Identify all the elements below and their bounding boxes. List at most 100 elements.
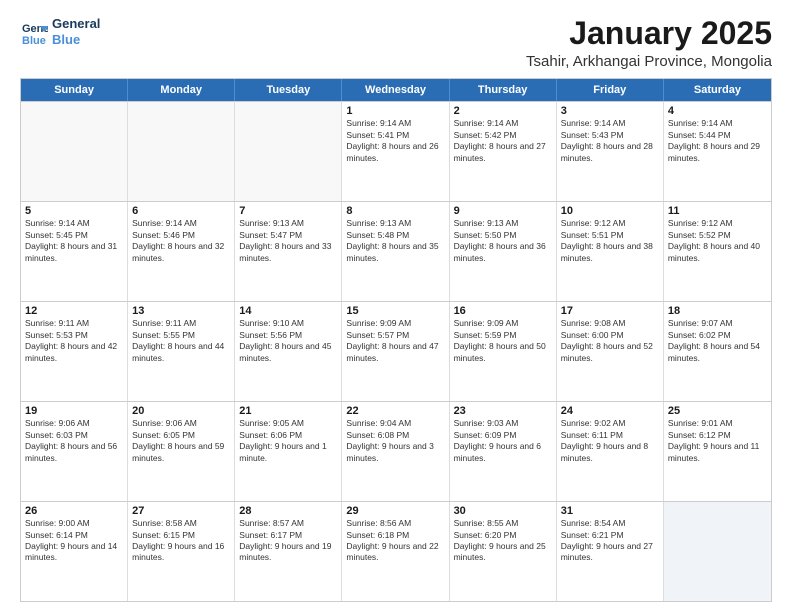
cell-content: Sunrise: 9:14 AM Sunset: 5:41 PM Dayligh… — [346, 118, 444, 164]
cal-cell: 20Sunrise: 9:06 AM Sunset: 6:05 PM Dayli… — [128, 402, 235, 501]
week-row-4: 19Sunrise: 9:06 AM Sunset: 6:03 PM Dayli… — [21, 401, 771, 501]
cal-cell: 9Sunrise: 9:13 AM Sunset: 5:50 PM Daylig… — [450, 202, 557, 301]
day-number: 22 — [346, 405, 444, 417]
cell-content: Sunrise: 8:58 AM Sunset: 6:15 PM Dayligh… — [132, 518, 230, 564]
day-number: 16 — [454, 305, 552, 317]
day-number: 11 — [668, 205, 767, 217]
logo: General Blue General Blue — [20, 16, 100, 47]
day-number: 25 — [668, 405, 767, 417]
cal-cell: 7Sunrise: 9:13 AM Sunset: 5:47 PM Daylig… — [235, 202, 342, 301]
cell-content: Sunrise: 9:12 AM Sunset: 5:52 PM Dayligh… — [668, 218, 767, 264]
cell-content: Sunrise: 9:10 AM Sunset: 5:56 PM Dayligh… — [239, 318, 337, 364]
day-number: 7 — [239, 205, 337, 217]
cal-cell: 2Sunrise: 9:14 AM Sunset: 5:42 PM Daylig… — [450, 102, 557, 201]
page-subtitle: Tsahir, Arkhangai Province, Mongolia — [526, 53, 772, 70]
cal-cell: 26Sunrise: 9:00 AM Sunset: 6:14 PM Dayli… — [21, 502, 128, 601]
cal-cell: 29Sunrise: 8:56 AM Sunset: 6:18 PM Dayli… — [342, 502, 449, 601]
cal-cell: 31Sunrise: 8:54 AM Sunset: 6:21 PM Dayli… — [557, 502, 664, 601]
day-header-thursday: Thursday — [450, 79, 557, 101]
cal-cell: 21Sunrise: 9:05 AM Sunset: 6:06 PM Dayli… — [235, 402, 342, 501]
day-header-monday: Monday — [128, 79, 235, 101]
logo-icon: General Blue — [20, 18, 48, 46]
cal-cell: 18Sunrise: 9:07 AM Sunset: 6:02 PM Dayli… — [664, 302, 771, 401]
cell-content: Sunrise: 9:14 AM Sunset: 5:44 PM Dayligh… — [668, 118, 767, 164]
cal-cell: 6Sunrise: 9:14 AM Sunset: 5:46 PM Daylig… — [128, 202, 235, 301]
day-number: 27 — [132, 505, 230, 517]
cal-cell: 28Sunrise: 8:57 AM Sunset: 6:17 PM Dayli… — [235, 502, 342, 601]
cal-cell — [664, 502, 771, 601]
day-number: 8 — [346, 205, 444, 217]
day-header-saturday: Saturday — [664, 79, 771, 101]
day-header-tuesday: Tuesday — [235, 79, 342, 101]
day-number: 3 — [561, 105, 659, 117]
cell-content: Sunrise: 9:14 AM Sunset: 5:42 PM Dayligh… — [454, 118, 552, 164]
day-number: 30 — [454, 505, 552, 517]
cal-cell: 10Sunrise: 9:12 AM Sunset: 5:51 PM Dayli… — [557, 202, 664, 301]
cell-content: Sunrise: 9:07 AM Sunset: 6:02 PM Dayligh… — [668, 318, 767, 364]
cell-content: Sunrise: 9:14 AM Sunset: 5:46 PM Dayligh… — [132, 218, 230, 264]
week-row-5: 26Sunrise: 9:00 AM Sunset: 6:14 PM Dayli… — [21, 501, 771, 601]
cell-content: Sunrise: 9:14 AM Sunset: 5:45 PM Dayligh… — [25, 218, 123, 264]
day-header-sunday: Sunday — [21, 79, 128, 101]
cell-content: Sunrise: 8:56 AM Sunset: 6:18 PM Dayligh… — [346, 518, 444, 564]
day-number: 4 — [668, 105, 767, 117]
cal-cell: 11Sunrise: 9:12 AM Sunset: 5:52 PM Dayli… — [664, 202, 771, 301]
cal-cell: 3Sunrise: 9:14 AM Sunset: 5:43 PM Daylig… — [557, 102, 664, 201]
day-number: 17 — [561, 305, 659, 317]
calendar-body: 1Sunrise: 9:14 AM Sunset: 5:41 PM Daylig… — [21, 101, 771, 601]
cell-content: Sunrise: 9:03 AM Sunset: 6:09 PM Dayligh… — [454, 418, 552, 464]
day-number: 15 — [346, 305, 444, 317]
day-number: 23 — [454, 405, 552, 417]
cell-content: Sunrise: 9:00 AM Sunset: 6:14 PM Dayligh… — [25, 518, 123, 564]
cal-cell: 5Sunrise: 9:14 AM Sunset: 5:45 PM Daylig… — [21, 202, 128, 301]
cell-content: Sunrise: 9:11 AM Sunset: 5:53 PM Dayligh… — [25, 318, 123, 364]
week-row-2: 5Sunrise: 9:14 AM Sunset: 5:45 PM Daylig… — [21, 201, 771, 301]
day-number: 10 — [561, 205, 659, 217]
cal-cell: 23Sunrise: 9:03 AM Sunset: 6:09 PM Dayli… — [450, 402, 557, 501]
day-number: 2 — [454, 105, 552, 117]
cal-cell: 25Sunrise: 9:01 AM Sunset: 6:12 PM Dayli… — [664, 402, 771, 501]
title-block: January 2025 Tsahir, Arkhangai Province,… — [526, 16, 772, 70]
day-number: 1 — [346, 105, 444, 117]
page-title: January 2025 — [526, 16, 772, 51]
cal-cell: 17Sunrise: 9:08 AM Sunset: 6:00 PM Dayli… — [557, 302, 664, 401]
cell-content: Sunrise: 9:02 AM Sunset: 6:11 PM Dayligh… — [561, 418, 659, 464]
cell-content: Sunrise: 9:13 AM Sunset: 5:50 PM Dayligh… — [454, 218, 552, 264]
cal-cell: 22Sunrise: 9:04 AM Sunset: 6:08 PM Dayli… — [342, 402, 449, 501]
day-number: 28 — [239, 505, 337, 517]
day-number: 26 — [25, 505, 123, 517]
cal-cell: 15Sunrise: 9:09 AM Sunset: 5:57 PM Dayli… — [342, 302, 449, 401]
day-number: 19 — [25, 405, 123, 417]
day-header-wednesday: Wednesday — [342, 79, 449, 101]
cal-cell: 8Sunrise: 9:13 AM Sunset: 5:48 PM Daylig… — [342, 202, 449, 301]
day-header-friday: Friday — [557, 79, 664, 101]
cell-content: Sunrise: 9:12 AM Sunset: 5:51 PM Dayligh… — [561, 218, 659, 264]
cal-cell: 13Sunrise: 9:11 AM Sunset: 5:55 PM Dayli… — [128, 302, 235, 401]
calendar: SundayMondayTuesdayWednesdayThursdayFrid… — [20, 78, 772, 602]
cell-content: Sunrise: 8:54 AM Sunset: 6:21 PM Dayligh… — [561, 518, 659, 564]
week-row-1: 1Sunrise: 9:14 AM Sunset: 5:41 PM Daylig… — [21, 101, 771, 201]
cell-content: Sunrise: 9:08 AM Sunset: 6:00 PM Dayligh… — [561, 318, 659, 364]
cell-content: Sunrise: 9:09 AM Sunset: 5:57 PM Dayligh… — [346, 318, 444, 364]
cal-cell: 1Sunrise: 9:14 AM Sunset: 5:41 PM Daylig… — [342, 102, 449, 201]
day-number: 21 — [239, 405, 337, 417]
cell-content: Sunrise: 9:13 AM Sunset: 5:47 PM Dayligh… — [239, 218, 337, 264]
cell-content: Sunrise: 9:14 AM Sunset: 5:43 PM Dayligh… — [561, 118, 659, 164]
day-number: 29 — [346, 505, 444, 517]
cal-cell: 30Sunrise: 8:55 AM Sunset: 6:20 PM Dayli… — [450, 502, 557, 601]
cal-cell — [128, 102, 235, 201]
week-row-3: 12Sunrise: 9:11 AM Sunset: 5:53 PM Dayli… — [21, 301, 771, 401]
cal-cell: 16Sunrise: 9:09 AM Sunset: 5:59 PM Dayli… — [450, 302, 557, 401]
cal-cell — [235, 102, 342, 201]
cell-content: Sunrise: 9:09 AM Sunset: 5:59 PM Dayligh… — [454, 318, 552, 364]
day-number: 9 — [454, 205, 552, 217]
cell-content: Sunrise: 9:05 AM Sunset: 6:06 PM Dayligh… — [239, 418, 337, 464]
cell-content: Sunrise: 9:04 AM Sunset: 6:08 PM Dayligh… — [346, 418, 444, 464]
cell-content: Sunrise: 8:57 AM Sunset: 6:17 PM Dayligh… — [239, 518, 337, 564]
logo-line1: General — [52, 16, 100, 32]
cell-content: Sunrise: 9:11 AM Sunset: 5:55 PM Dayligh… — [132, 318, 230, 364]
cal-cell: 27Sunrise: 8:58 AM Sunset: 6:15 PM Dayli… — [128, 502, 235, 601]
cal-cell: 14Sunrise: 9:10 AM Sunset: 5:56 PM Dayli… — [235, 302, 342, 401]
day-number: 18 — [668, 305, 767, 317]
svg-text:Blue: Blue — [22, 35, 46, 46]
